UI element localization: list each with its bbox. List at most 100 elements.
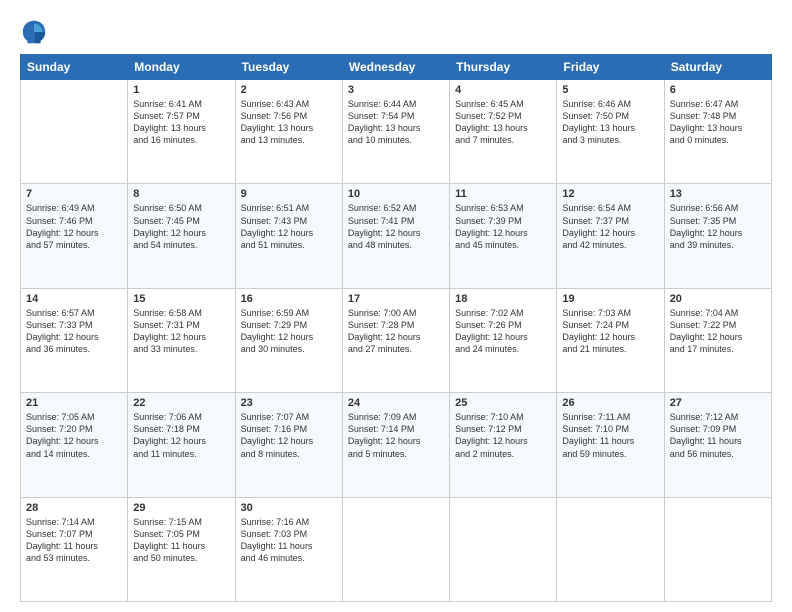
day-number: 4: [455, 84, 551, 96]
calendar-cell: 20 Sunrise: 7:04 AM Sunset: 7:22 PM Dayli…: [664, 288, 771, 392]
day-info: Sunrise: 6:59 AM Sunset: 7:29 PM Dayligh…: [241, 307, 337, 356]
day-info: Sunrise: 7:00 AM Sunset: 7:28 PM Dayligh…: [348, 307, 444, 356]
day-info: Sunrise: 7:11 AM Sunset: 7:10 PM Dayligh…: [562, 411, 658, 460]
weekday-header-wednesday: Wednesday: [342, 55, 449, 80]
day-number: 27: [670, 397, 766, 409]
day-info: Sunrise: 6:56 AM Sunset: 7:35 PM Dayligh…: [670, 202, 766, 251]
day-info: Sunrise: 6:46 AM Sunset: 7:50 PM Dayligh…: [562, 98, 658, 147]
day-number: 3: [348, 84, 444, 96]
calendar-cell: 1Sunrise: 6:41 AM Sunset: 7:57 PM Daylig…: [128, 80, 235, 184]
day-info: Sunrise: 7:16 AM Sunset: 7:03 PM Dayligh…: [241, 516, 337, 565]
calendar-cell: 9 Sunrise: 6:51 AM Sunset: 7:43 PM Daylig…: [235, 184, 342, 288]
calendar-cell: 12 Sunrise: 6:54 AM Sunset: 7:37 PM Dayli…: [557, 184, 664, 288]
day-number: 12: [562, 188, 658, 200]
calendar-table: SundayMondayTuesdayWednesdayThursdayFrid…: [20, 54, 772, 602]
day-number: 19: [562, 293, 658, 305]
calendar-cell: 2 Sunrise: 6:43 AM Sunset: 7:56 PM Daylig…: [235, 80, 342, 184]
day-number: 14: [26, 293, 122, 305]
day-number: 17: [348, 293, 444, 305]
calendar-cell: 27 Sunrise: 7:12 AM Sunset: 7:09 PM Dayli…: [664, 393, 771, 497]
day-info: Sunrise: 7:02 AM Sunset: 7:26 PM Dayligh…: [455, 307, 551, 356]
day-number: 26: [562, 397, 658, 409]
calendar-cell: 14 Sunrise: 6:57 AM Sunset: 7:33 PM Dayli…: [21, 288, 128, 392]
day-info: Sunrise: 6:53 AM Sunset: 7:39 PM Dayligh…: [455, 202, 551, 251]
logo-icon: [20, 18, 48, 46]
weekday-header-tuesday: Tuesday: [235, 55, 342, 80]
day-info: Sunrise: 6:57 AM Sunset: 7:33 PM Dayligh…: [26, 307, 122, 356]
day-number: 9: [241, 188, 337, 200]
calendar-cell: [664, 497, 771, 601]
day-number: 21: [26, 397, 122, 409]
day-info: Sunrise: 6:54 AM Sunset: 7:37 PM Dayligh…: [562, 202, 658, 251]
day-number: 7: [26, 188, 122, 200]
day-number: 8: [133, 188, 229, 200]
calendar-cell: 8Sunrise: 6:50 AM Sunset: 7:45 PM Daylig…: [128, 184, 235, 288]
calendar-cell: 3 Sunrise: 6:44 AM Sunset: 7:54 PM Daylig…: [342, 80, 449, 184]
day-info: Sunrise: 6:45 AM Sunset: 7:52 PM Dayligh…: [455, 98, 551, 147]
day-info: Sunrise: 7:14 AM Sunset: 7:07 PM Dayligh…: [26, 516, 122, 565]
day-number: 25: [455, 397, 551, 409]
calendar-cell: 10 Sunrise: 6:52 AM Sunset: 7:41 PM Dayli…: [342, 184, 449, 288]
day-info: Sunrise: 7:06 AM Sunset: 7:18 PM Dayligh…: [133, 411, 229, 460]
day-info: Sunrise: 7:15 AM Sunset: 7:05 PM Dayligh…: [133, 516, 229, 565]
calendar-cell: 4 Sunrise: 6:45 AM Sunset: 7:52 PM Daylig…: [450, 80, 557, 184]
calendar-cell: 16 Sunrise: 6:59 AM Sunset: 7:29 PM Dayli…: [235, 288, 342, 392]
week-row-1: 1Sunrise: 6:41 AM Sunset: 7:57 PM Daylig…: [21, 80, 772, 184]
calendar-cell: 26 Sunrise: 7:11 AM Sunset: 7:10 PM Dayli…: [557, 393, 664, 497]
weekday-header-sunday: Sunday: [21, 55, 128, 80]
week-row-5: 28 Sunrise: 7:14 AM Sunset: 7:07 PM Dayli…: [21, 497, 772, 601]
calendar-cell: 30Sunrise: 7:16 AM Sunset: 7:03 PM Dayli…: [235, 497, 342, 601]
calendar-cell: 17 Sunrise: 7:00 AM Sunset: 7:28 PM Dayli…: [342, 288, 449, 392]
day-info: Sunrise: 6:43 AM Sunset: 7:56 PM Dayligh…: [241, 98, 337, 147]
day-number: 28: [26, 502, 122, 514]
day-number: 16: [241, 293, 337, 305]
day-number: 24: [348, 397, 444, 409]
day-number: 23: [241, 397, 337, 409]
calendar-cell: 5 Sunrise: 6:46 AM Sunset: 7:50 PM Daylig…: [557, 80, 664, 184]
logo: [20, 18, 52, 46]
calendar-cell: 15 Sunrise: 6:58 AM Sunset: 7:31 PM Dayli…: [128, 288, 235, 392]
calendar-cell: 22 Sunrise: 7:06 AM Sunset: 7:18 PM Dayli…: [128, 393, 235, 497]
day-info: Sunrise: 7:07 AM Sunset: 7:16 PM Dayligh…: [241, 411, 337, 460]
day-info: Sunrise: 7:09 AM Sunset: 7:14 PM Dayligh…: [348, 411, 444, 460]
calendar-cell: 7Sunrise: 6:49 AM Sunset: 7:46 PM Daylig…: [21, 184, 128, 288]
day-number: 15: [133, 293, 229, 305]
day-info: Sunrise: 6:51 AM Sunset: 7:43 PM Dayligh…: [241, 202, 337, 251]
day-number: 10: [348, 188, 444, 200]
day-info: Sunrise: 7:04 AM Sunset: 7:22 PM Dayligh…: [670, 307, 766, 356]
day-info: Sunrise: 6:58 AM Sunset: 7:31 PM Dayligh…: [133, 307, 229, 356]
calendar-cell: 13Sunrise: 6:56 AM Sunset: 7:35 PM Dayli…: [664, 184, 771, 288]
calendar-cell: 18 Sunrise: 7:02 AM Sunset: 7:26 PM Dayli…: [450, 288, 557, 392]
week-row-4: 21Sunrise: 7:05 AM Sunset: 7:20 PM Dayli…: [21, 393, 772, 497]
header: [20, 18, 772, 46]
calendar-cell: [21, 80, 128, 184]
day-info: Sunrise: 6:44 AM Sunset: 7:54 PM Dayligh…: [348, 98, 444, 147]
calendar-cell: [450, 497, 557, 601]
day-number: 20: [670, 293, 766, 305]
day-info: Sunrise: 7:10 AM Sunset: 7:12 PM Dayligh…: [455, 411, 551, 460]
day-number: 18: [455, 293, 551, 305]
day-info: Sunrise: 6:52 AM Sunset: 7:41 PM Dayligh…: [348, 202, 444, 251]
week-row-3: 14 Sunrise: 6:57 AM Sunset: 7:33 PM Dayli…: [21, 288, 772, 392]
calendar-cell: 23 Sunrise: 7:07 AM Sunset: 7:16 PM Dayli…: [235, 393, 342, 497]
day-number: 2: [241, 84, 337, 96]
weekday-header-monday: Monday: [128, 55, 235, 80]
calendar-cell: 25 Sunrise: 7:10 AM Sunset: 7:12 PM Dayli…: [450, 393, 557, 497]
day-info: Sunrise: 6:41 AM Sunset: 7:57 PM Dayligh…: [133, 98, 229, 147]
calendar-cell: [342, 497, 449, 601]
calendar-cell: 11Sunrise: 6:53 AM Sunset: 7:39 PM Dayli…: [450, 184, 557, 288]
calendar-cell: [557, 497, 664, 601]
calendar-cell: 28 Sunrise: 7:14 AM Sunset: 7:07 PM Dayli…: [21, 497, 128, 601]
calendar-cell: 6Sunrise: 6:47 AM Sunset: 7:48 PM Daylig…: [664, 80, 771, 184]
calendar-cell: 19 Sunrise: 7:03 AM Sunset: 7:24 PM Dayli…: [557, 288, 664, 392]
weekday-header-friday: Friday: [557, 55, 664, 80]
calendar-cell: 24 Sunrise: 7:09 AM Sunset: 7:14 PM Dayli…: [342, 393, 449, 497]
day-number: 22: [133, 397, 229, 409]
day-number: 5: [562, 84, 658, 96]
day-info: Sunrise: 7:03 AM Sunset: 7:24 PM Dayligh…: [562, 307, 658, 356]
weekday-header-saturday: Saturday: [664, 55, 771, 80]
day-info: Sunrise: 7:12 AM Sunset: 7:09 PM Dayligh…: [670, 411, 766, 460]
day-number: 6: [670, 84, 766, 96]
day-number: 29: [133, 502, 229, 514]
calendar-cell: 29 Sunrise: 7:15 AM Sunset: 7:05 PM Dayli…: [128, 497, 235, 601]
